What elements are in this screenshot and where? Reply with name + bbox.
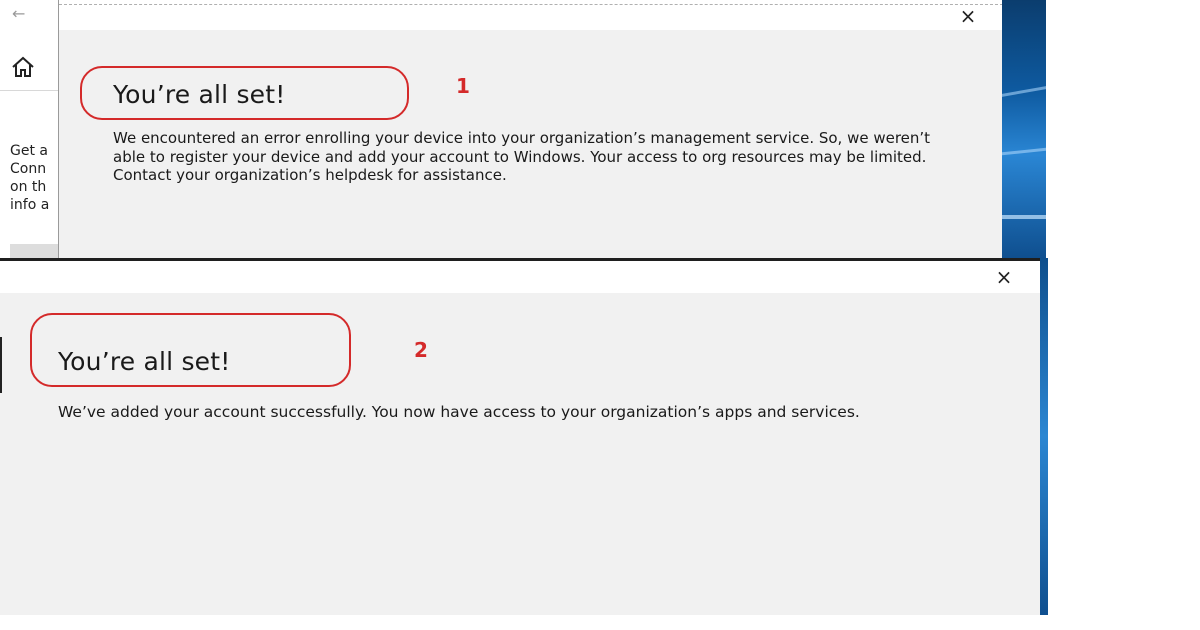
annotation-highlight-oval — [30, 313, 351, 387]
annotation-marker: 1 — [456, 74, 470, 98]
wallpaper-light-ray — [1002, 215, 1046, 219]
settings-window-background: ← Get a Conn on th info a — [0, 0, 60, 258]
home-icon[interactable] — [10, 54, 36, 80]
background-text-line: info a — [10, 197, 50, 213]
dialog-titlebar — [59, 0, 1003, 30]
background-text-line: on th — [10, 179, 47, 195]
wallpaper-light-ray — [1002, 147, 1046, 156]
annotation-highlight-oval — [80, 66, 409, 120]
selection-edge — [59, 4, 1003, 5]
window-edge — [0, 337, 2, 393]
background-button-fragment — [10, 244, 60, 258]
enrollment-dialog: × You’re all set! We encountered an erro… — [58, 0, 1004, 258]
wallpaper-light-ray — [1002, 86, 1046, 97]
screenshot-1-error-enrollment: ← Get a Conn on th info a × You’re all s… — [0, 0, 1046, 258]
account-added-dialog: × You’re all set! We’ve added your accou… — [0, 258, 1046, 615]
annotation-marker: 2 — [414, 338, 428, 362]
dialog-message: We encountered an error enrolling your d… — [113, 129, 931, 184]
desktop-wallpaper — [1002, 0, 1046, 258]
screenshot-2-success: × You’re all set! We’ve added your accou… — [0, 258, 1048, 615]
divider — [0, 90, 60, 91]
dialog-titlebar — [0, 261, 1046, 293]
back-arrow-icon[interactable]: ← — [12, 4, 25, 23]
background-text-line: Get a — [10, 143, 48, 159]
desktop-wallpaper — [1040, 258, 1048, 615]
close-icon[interactable]: × — [953, 3, 983, 29]
dialog-message: We’ve added your account successfully. Y… — [58, 403, 860, 421]
close-icon[interactable]: × — [989, 264, 1019, 290]
background-text-line: Conn — [10, 161, 47, 177]
